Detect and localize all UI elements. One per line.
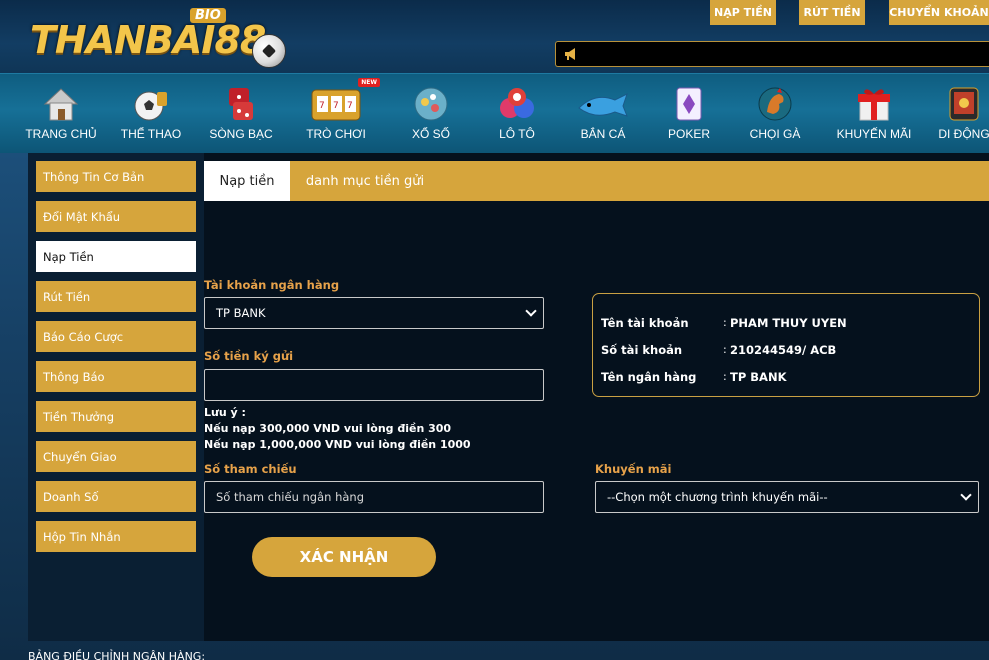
nav-label: LÔ TÔ — [499, 127, 535, 141]
nav-label: POKER — [667, 127, 710, 141]
amount-label: Số tiền ký gửi — [204, 349, 294, 363]
mobile-icon — [944, 84, 984, 124]
chevron-down-icon — [525, 306, 537, 318]
sidebar-item-notifications[interactable]: Thông Báo — [36, 361, 196, 392]
nav-item-fishing[interactable]: BẮN CÁ — [564, 74, 642, 154]
amount-input[interactable] — [204, 369, 544, 401]
bank-account-value: TP BANK — [216, 306, 266, 320]
nav-item-lotto[interactable]: LÔ TÔ — [478, 74, 556, 154]
colon: : — [723, 316, 727, 329]
promotion-value: --Chọn một chương trình khuyến mãi-- — [607, 490, 828, 504]
nav-item-home[interactable]: TRANG CHỦ — [22, 74, 100, 154]
account-number-label: Số tài khoản — [601, 343, 683, 357]
poker-card-icon — [669, 84, 709, 124]
withdraw-top-button[interactable]: RÚT TIỀN — [799, 0, 865, 25]
site-logo[interactable]: THANBAI88 BIO — [30, 8, 286, 68]
soccer-ball-icon — [252, 34, 286, 68]
logo-text: THANBAI88 — [30, 18, 266, 62]
sidebar-item-inbox[interactable]: Hộp Tin Nhắn — [36, 521, 196, 552]
nav-label: SÒNG BẠC — [209, 127, 273, 141]
nav-item-promotions[interactable]: KHUYẾN MÃI — [832, 74, 916, 154]
bank-account-select[interactable]: TP BANK — [204, 297, 544, 329]
account-name-label: Tên tài khoản — [601, 316, 689, 330]
nav-item-poker[interactable]: POKER — [650, 74, 728, 154]
lotto-balls-icon — [497, 84, 537, 124]
account-sidebar: Thông Tin Cơ Bản Đổi Mật Khẩu Nạp Tiền R… — [28, 153, 204, 641]
dice-icon — [221, 84, 261, 124]
colon: : — [723, 370, 727, 383]
reference-placeholder: Số tham chiếu ngân hàng — [216, 490, 365, 504]
nav-label: THỂ THAO — [120, 127, 182, 141]
new-badge: NEW — [358, 78, 380, 87]
bank-adjustment-heading: BẢNG ĐIỀU CHỈNH NGÂN HÀNG: — [28, 650, 206, 660]
tab-bar: Nạp tiền danh mục tiền gửi — [204, 161, 989, 201]
gift-icon — [854, 84, 894, 124]
main-nav: TRANG CHỦ THỂ THAO SÒNG BẠC 7 7 7 NEW TR… — [0, 73, 989, 153]
sidebar-item-basic-info[interactable]: Thông Tin Cơ Bản — [36, 161, 196, 192]
megaphone-icon — [564, 47, 580, 61]
nav-label: TRANG CHỦ — [25, 127, 97, 141]
nav-item-games[interactable]: 7 7 7 NEW TRÒ CHƠI — [296, 74, 380, 154]
nav-label: DI ĐỘNG — [938, 127, 989, 141]
sidebar-item-change-password[interactable]: Đổi Mật Khẩu — [36, 201, 196, 232]
bank-name-value: TP BANK — [730, 370, 787, 384]
nav-item-cockfight[interactable]: CHỌI GÀ — [736, 74, 814, 154]
nav-label: KHUYẾN MÃI — [836, 127, 912, 141]
note-title: Lưu ý : — [204, 406, 246, 419]
svg-text:7: 7 — [347, 101, 353, 111]
nav-item-mobile[interactable]: DI ĐỘNG — [934, 74, 989, 154]
sidebar-item-withdraw[interactable]: Rút Tiền — [36, 281, 196, 312]
bank-account-label: Tài khoản ngân hàng — [204, 278, 340, 292]
note-line: Nếu nạp 1,000,000 VND vui lòng điền 1000 — [204, 438, 471, 451]
deposit-panel: Nạp tiền danh mục tiền gửi Tài khoản ngâ… — [204, 153, 989, 641]
sidebar-item-bonus[interactable]: Tiền Thưởng — [36, 401, 196, 432]
svg-text:7: 7 — [333, 101, 339, 111]
shark-icon — [575, 84, 631, 124]
chevron-down-icon — [960, 490, 972, 502]
announcement-marquee — [555, 41, 989, 67]
recipient-account-card: Tên tài khoản : PHAM THUY UYEN Số tài kh… — [592, 293, 980, 397]
bank-name-label: Tên ngân hàng — [601, 370, 697, 384]
promotion-label: Khuyến mãi — [595, 462, 672, 476]
nav-item-lottery[interactable]: XỔ SỐ — [392, 74, 470, 154]
sports-ball-icon — [131, 84, 171, 124]
house-icon — [41, 84, 81, 124]
account-number-value: 210244549/ ACB — [730, 343, 837, 357]
note-line: Nếu nạp 300,000 VND vui lòng điền 300 — [204, 422, 452, 435]
nav-label: XỔ SỐ — [411, 127, 450, 141]
deposit-top-button[interactable]: NẠP TIỀN — [710, 0, 776, 25]
promotion-select[interactable]: --Chọn một chương trình khuyến mãi-- — [595, 481, 979, 513]
tab-deposit[interactable]: Nạp tiền — [204, 161, 290, 201]
sidebar-item-turnover[interactable]: Doanh Số — [36, 481, 196, 512]
sidebar-item-transfer[interactable]: Chuyển Giao — [36, 441, 196, 472]
tab-deposit-list[interactable]: danh mục tiền gửi — [290, 161, 440, 201]
svg-text:7: 7 — [319, 101, 325, 111]
nav-item-casino[interactable]: SÒNG BẠC — [202, 74, 280, 154]
confirm-button[interactable]: XÁC NHẬN — [252, 537, 436, 577]
slot-machine-icon: 7 7 7 NEW — [306, 78, 380, 124]
account-name-value: PHAM THUY UYEN — [730, 316, 847, 330]
logo-badge: BIO — [190, 8, 226, 23]
reference-label: Số tham chiếu — [204, 462, 297, 476]
sidebar-item-deposit[interactable]: Nạp Tiền — [36, 241, 196, 272]
nav-label: TRÒ CHƠI — [306, 127, 366, 141]
nav-label: BẮN CÁ — [580, 127, 626, 141]
rooster-icon — [755, 84, 795, 124]
header: THANBAI88 BIO NẠP TIỀN RÚT TIỀN CHUYỂN K… — [0, 0, 989, 73]
colon: : — [723, 343, 727, 356]
sidebar-item-bet-report[interactable]: Báo Cáo Cược — [36, 321, 196, 352]
nav-item-sports[interactable]: THỂ THAO — [112, 74, 190, 154]
reference-input[interactable]: Số tham chiếu ngân hàng — [204, 481, 544, 513]
lottery-icon — [411, 84, 451, 124]
nav-label: CHỌI GÀ — [749, 127, 801, 141]
transfer-top-button[interactable]: CHUYỂN KHOẢN — [889, 0, 989, 25]
